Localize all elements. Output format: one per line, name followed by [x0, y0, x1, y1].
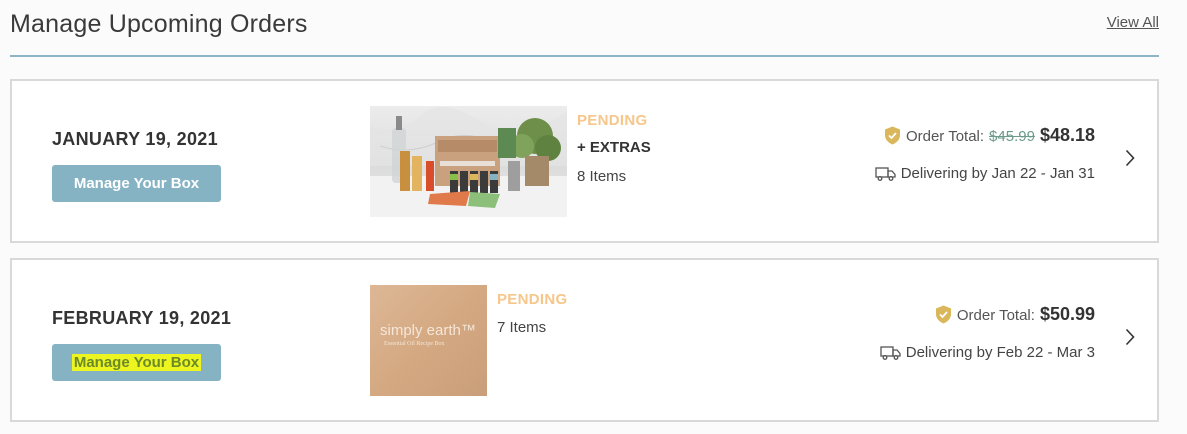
page-title: Manage Upcoming Orders [10, 10, 308, 38]
shield-check-icon [884, 126, 900, 145]
product-image: simply earth™ Essential Oil Recipe Box [370, 285, 487, 396]
original-price: $45.99 [989, 128, 1035, 145]
manage-button-label: Manage Your Box [71, 354, 202, 371]
simply-earth-box-photo-icon: simply earth™ Essential Oil Recipe Box [380, 322, 476, 347]
status-badge: PENDING [497, 291, 568, 308]
manage-button-label: Manage Your Box [73, 175, 200, 192]
delivery-text: Delivering by Feb 22 - Mar 3 [905, 344, 1095, 361]
truck-icon [875, 167, 896, 181]
shield-check-icon [935, 305, 951, 324]
status-badge: PENDING [577, 112, 648, 129]
order-price: $48.18 [1039, 125, 1095, 145]
extras-label: + EXTRAS [577, 139, 651, 156]
chevron-right-icon[interactable] [1125, 328, 1135, 346]
delivery-info: Delivering by Jan 22 - Jan 31 [875, 165, 1095, 182]
box-subtitle-text: Essential Oil Recipe Box [384, 341, 445, 347]
manage-your-box-button[interactable]: Manage Your Box [52, 165, 221, 202]
essential-oil-box-photo-icon [370, 107, 567, 217]
order-total-label: Order Total: [905, 128, 985, 145]
order-card[interactable]: JANUARY 19, 2021 Manage Your Box PENDING… [10, 79, 1159, 243]
manage-your-box-button[interactable]: Manage Your Box [52, 344, 221, 381]
truck-icon [880, 346, 901, 360]
delivery-text: Delivering by Jan 22 - Jan 31 [900, 165, 1095, 182]
items-count: 8 Items [577, 168, 627, 185]
delivery-info: Delivering by Feb 22 - Mar 3 [880, 344, 1095, 361]
order-total: Order Total: $50.99 [935, 304, 1095, 325]
order-total-label: Order Total: [956, 307, 1035, 324]
order-date: JANUARY 19, 2021 [52, 129, 218, 149]
view-all-link[interactable]: View All [1107, 14, 1159, 31]
chevron-right-icon[interactable] [1125, 149, 1135, 167]
order-total: Order Total: $45.99 $48.18 [884, 125, 1095, 146]
order-price: $50.99 [1039, 304, 1095, 324]
product-image [370, 106, 567, 217]
page-header: Manage Upcoming Orders View All [10, 0, 1159, 57]
box-brand-text: simply earth™ [380, 322, 476, 339]
order-date: FEBRUARY 19, 2021 [52, 308, 232, 328]
order-card[interactable]: FEBRUARY 19, 2021 Manage Your Box simply… [10, 258, 1159, 422]
items-count: 7 Items [497, 319, 547, 336]
